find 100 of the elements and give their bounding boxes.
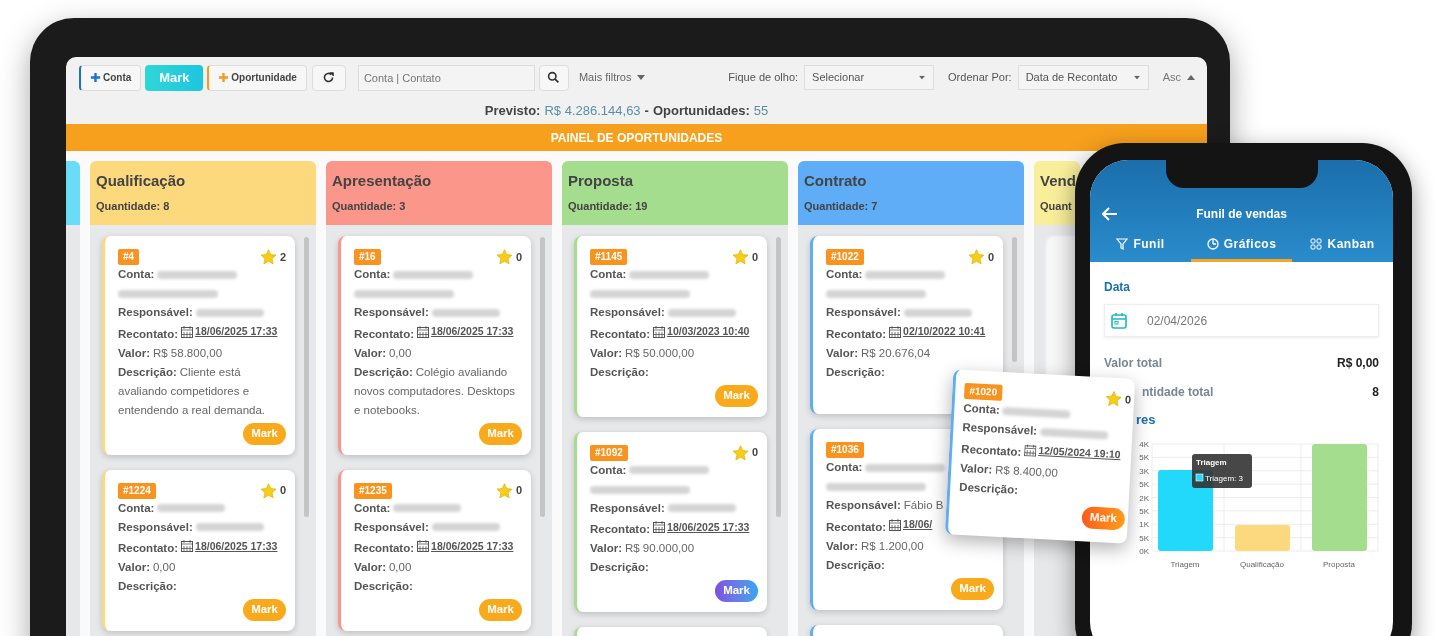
dropdown[interactable]: Data de Recontato [1017,65,1149,90]
favorite-count: 0 [751,445,758,461]
search-field[interactable]: Conta | Contato [357,64,535,91]
field-label: Recontato: [118,327,179,340]
blurred-text [903,308,972,317]
refresh-button[interactable] [311,64,346,91]
calendar-icon [417,325,430,338]
field-label: Responsável: [826,306,901,318]
scrollbar[interactable] [1012,237,1017,362]
id-badge: #1235 [354,482,392,499]
star-icon[interactable] [731,444,749,461]
card-field: Descrição: Colégio avaliando novos computadores. Desktops e notebooks. [354,362,522,420]
calendar-icon [181,325,194,338]
star-icon[interactable] [1104,390,1123,408]
refresh-icon [322,71,336,84]
scrollbar[interactable] [540,237,545,517]
field-label: Recontato: [354,542,415,554]
axis-tick-label: 0K [1139,547,1149,556]
field-label: Conta: [354,268,391,280]
field-label: Fique de olho: [728,70,799,86]
date-link[interactable]: 18/06/ [903,515,933,534]
add-button[interactable]: Oportunidade [207,64,307,91]
card-field: Descrição: Cliente está avaliando competidores e entendendo a real demanda. [118,362,286,420]
star-icon[interactable] [967,249,985,265]
calendar-icon [889,325,902,338]
date-link[interactable]: 18/06/2025 17:33 [195,322,278,341]
total-value: 8 [1372,383,1379,401]
axis-tick-label: 1K [1139,520,1149,530]
blurred-text [393,504,462,513]
more-filters-button[interactable]: Mais filtros [578,69,646,86]
date-link[interactable]: 18/06/2025 17:33 [431,536,514,556]
mark-button[interactable]: Mark [715,580,758,602]
tab[interactable]: Funil [1090,228,1191,262]
field-label: Recontato: [590,327,651,340]
card-field: Descrição: [590,362,652,382]
field-label: Responsável: [590,501,665,514]
field-label: Responsável: [962,420,1038,437]
caret-icon [1187,75,1195,80]
date-link[interactable]: 10/03/2023 10:40 [667,322,750,341]
caret-icon [919,75,926,80]
favorite-count: 2 [279,249,286,265]
favorite-count: 0 [987,249,994,265]
total-label: ntidade total [1142,383,1214,401]
dropdown[interactable]: Selecionar [804,65,935,90]
tab[interactable]: Gráficos [1191,228,1292,262]
date-field[interactable]: 02/04/2026 [1104,304,1379,337]
id-badge: #16 [354,249,381,265]
star-icon[interactable] [495,482,513,499]
star-icon[interactable] [731,249,749,265]
date-link[interactable]: 18/06/2025 17:33 [431,322,514,341]
card-field: Valor: R$ 20.676,04 [826,343,931,363]
field-label: Conta: [826,268,863,280]
calendar-icon [417,540,430,552]
id-badge: #1022 [826,249,864,265]
field-label: Recontato: [961,442,1022,458]
sort-order-button[interactable]: Asc [1162,69,1195,86]
card-field: Valor: 0,00 [354,343,412,363]
field-label: Responsável: [118,306,193,318]
star-icon[interactable] [495,249,513,265]
calendar-icon [653,325,666,338]
star-icon[interactable] [259,249,277,265]
caret-icon [637,75,646,80]
blurred-text [667,308,736,317]
field-label: Recontato: [826,327,887,340]
axis-tick-label: 5K [1139,533,1149,543]
column-title: Contrato [804,172,867,190]
axis-tick-label: 5K [1139,453,1149,463]
back-button[interactable] [1102,207,1118,221]
field-label: Conta: [590,463,627,476]
date-link[interactable]: 02/10/2022 10:41 [903,322,986,341]
add-button[interactable]: Conta [79,64,142,91]
scrollbar[interactable] [304,237,309,517]
scrollbar[interactable] [776,237,781,517]
field-label: Conta: [963,401,1001,416]
card-field: Descrição: [590,558,652,577]
field-label: Conta: [118,501,155,514]
panel-banner: PAINEL DE OPORTUNIDADES [66,124,1207,151]
date-link[interactable]: 18/06/2025 17:33 [195,536,278,556]
grid-icon [1310,237,1323,250]
screen-title: Funil de vendas [1196,206,1287,223]
column-count: Quantidade: 3 [332,199,406,214]
chart-tooltip: Triagem Triagem: 3 [1192,454,1252,488]
star-icon[interactable] [259,482,277,499]
back-arrow-icon [1102,207,1118,221]
column-count: Quant [1040,199,1072,214]
blurred-text [431,523,500,532]
field-label: Recontato: [354,327,415,340]
calendar-icon [1111,312,1127,329]
column-title: Apresentação [332,172,432,190]
summary-label: Oportunidades: [652,102,750,121]
tab[interactable]: Kanban [1292,228,1393,262]
favorite-count: 0 [515,249,522,265]
date-link[interactable]: 18/06/2025 17:33 [667,517,750,537]
search-button[interactable] [538,64,569,91]
summary-value: 55 [753,102,769,121]
id-badge: #1145 [590,249,628,265]
calendar-icon [889,518,902,531]
summary-label: Previsto: [484,102,541,121]
blurred-text [195,523,264,532]
mark-button[interactable]: Mark [1081,505,1126,530]
